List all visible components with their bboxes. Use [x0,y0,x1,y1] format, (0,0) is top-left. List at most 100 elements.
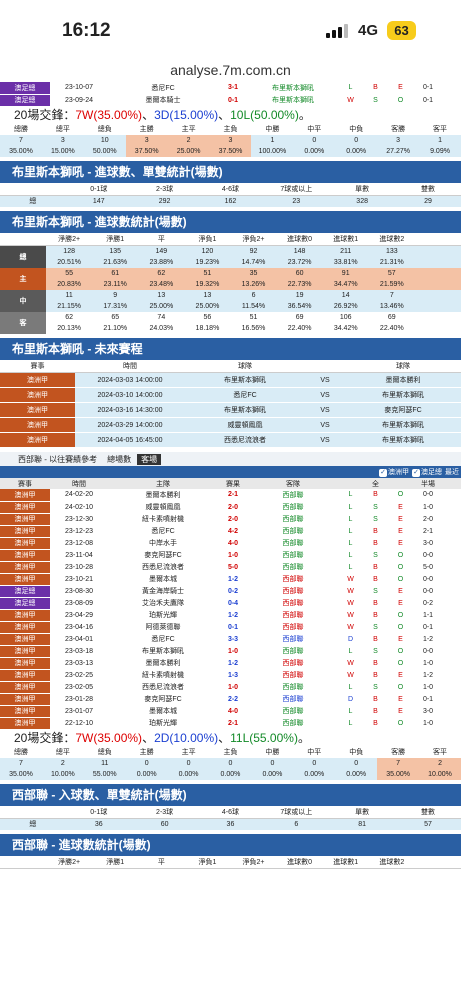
match-row[interactable]: 澳洲甲 23-01-07 墨爾本城 4-0 西部聯 L B E 3-0 [0,705,461,718]
away-team: 西部聯 [248,669,338,682]
match-row[interactable]: 澳足總 23-08-30 黃金海岸騎士 0-2 西部聯 W S E 0-0 [0,585,461,598]
league-badge: 澳洲甲 [0,549,50,562]
column-header: 賽事 [0,359,75,373]
stat-cell: 35 [230,267,277,279]
match-row[interactable]: 澳洲甲 23-04-16 阿德萊德聯 0-1 西部聯 W S O 0-1 [0,621,461,634]
tab-away[interactable]: 客場 [137,453,162,465]
stat-cell: 62 [138,267,185,279]
over-under: B [363,669,388,682]
odd-even: O [388,657,413,670]
fixture-cell: 悉尼FC [185,387,305,403]
stat-cell: 106 [339,313,352,321]
match-row[interactable]: 澳洲甲 23-03-18 布里斯本獅吼 1-0 西部聯 L S O 0-0 [0,645,461,658]
away-team: 西部聯 [248,513,338,526]
match-row[interactable]: 澳洲甲 23-12-08 中岸水手 4-0 西部聯 L B E 3-0 [0,537,461,550]
stat-cell: 65 [111,313,120,321]
fixture-row[interactable]: 澳洲甲 2024-04-05 16:45:00 西悉尼流浪者 VS 布里斯本獅吼 [0,432,461,448]
filter-ffa-cup[interactable]: ✓ 澳足總 [412,467,442,477]
fixture-cell: VS [305,387,345,403]
column-header: 總負 [83,746,126,758]
stat-cell: 21.63% [92,256,139,268]
page-content[interactable]: 澳足總 23-10-07 悉尼FC 3-1 布里斯本獅吼 L B E 0-1 澳足總 23-09-2… [0,82,461,1000]
match-row[interactable]: 澳洲甲 23-12-30 紐卡素噴射機 2-0 西部聯 L S E 2-0 [0,513,461,526]
odd-even: O [388,645,413,658]
stat-cell: 13 [184,289,231,301]
match-row[interactable]: 澳洲甲 23-11-04 麥克阿瑟FC 1-0 西部聯 L S O 0-0 [0,549,461,562]
count-cell: 7 [377,757,420,769]
odd-even: E [388,537,413,550]
score: 0-2 [218,585,248,598]
league-badge: 澳足總 [0,94,50,107]
league-badge: 澳洲甲 [0,693,50,706]
odd-even: O [388,94,413,107]
stat-cell: 24.03% [149,324,174,332]
home-team: 麥克阿瑟FC [108,693,218,706]
match-row[interactable]: 澳洲甲 23-04-01 悉尼FC 3-3 西部聯 D B E 1-2 [0,633,461,646]
match-row[interactable]: 澳足總 23-10-07 悉尼FC 3-1 布里斯本獅吼 L B E 0-1 [0,82,461,95]
column-header [305,359,345,373]
count-cell: 3 [41,134,84,146]
column-header: 淨勝1 [92,232,139,246]
column-header: 客勝 [377,123,420,135]
stat-cell: 36 [197,818,264,830]
match-row[interactable]: 澳洲甲 24-02-10 威靈頓鳳凰 2-0 西部聯 L S E 1-0 [0,501,461,514]
fixture-row[interactable]: 澳洲甲 2024-03-03 14:00:00 布里斯本獅吼 VS 墨爾本勝利 [0,372,461,388]
score: 2-0 [218,513,248,526]
fixture-cell: VS [305,402,345,418]
odd-even: E [388,633,413,646]
match-row[interactable]: 澳洲甲 23-02-25 紐卡素噴射機 1-3 西部聯 W B E 1-2 [0,669,461,682]
fixture-row[interactable]: 澳洲甲 2024-03-10 14:00:00 悉尼FC VS 布里斯本獅吼 [0,387,461,403]
stat-cell: 62 [65,313,74,321]
goals-table-1: 0-1球 2-3球 4-6球 7球或以上 單數 雙數 總 147 292 162 23 328 29 [0,182,461,207]
column-header [388,478,413,489]
column-header: 雙數 [395,805,461,819]
match-row[interactable]: 澳洲甲 22-12-10 珀斯光輝 2-1 西部聯 L B O 1-0 [0,717,461,730]
match-row[interactable]: 澳洲甲 23-03-13 墨爾本勝利 1-2 西部聯 W B O 1-0 [0,657,461,670]
half-time: 2-1 [413,525,443,538]
match-date: 23-02-05 [50,681,108,694]
filter-recent[interactable]: 最近 [445,467,459,477]
fixture-row[interactable]: 澳洲甲 2024-03-16 14:30:00 布里斯本獅吼 VS 麥克阿瑟FC [0,402,461,418]
fixture-row[interactable]: 澳洲甲 2024-03-29 14:00:00 威靈頓鳳凰 VS 布里斯本獅吼 [0,417,461,433]
fixture-cell: 2024-03-29 14:00:00 [75,417,185,433]
match-row[interactable]: 澳洲甲 23-12-23 悉尼FC 4-2 西部聯 L B E 2-1 [0,525,461,538]
stat-cell: 19.23% [184,256,231,268]
match-date: 23-02-25 [50,669,108,682]
status-bar: 16:12 4G 63 [0,0,461,62]
record-grid-2: 總勝 總平 總負 主勝 主平 主負 中勝 中平 中負 客勝 客平 7 2 11 0 0 0 0 0 0 7 2 35.00… [0,746,461,780]
over-under: B [363,525,388,538]
half-time: 3-0 [413,537,443,550]
column-header: 主勝 [125,746,168,758]
stat-cell: 60 [276,267,323,279]
column-header: 淨勝2+ [46,232,93,246]
signal-icon [326,24,348,38]
match-row[interactable]: 澳洲甲 23-01-28 麥克阿瑟FC 2-2 西部聯 D B E 0-1 [0,693,461,706]
match-row[interactable]: 澳洲甲 23-10-21 墨爾本城 1-2 西部聯 W B O 0-0 [0,573,461,586]
half-time: 0-1 [413,82,443,95]
home-team: 墨爾本騎士 [108,94,218,107]
over-under: B [363,573,388,586]
league-badge: 澳足總 [0,597,50,610]
tab-total[interactable]: 總場數 [103,454,135,465]
score: 1-0 [218,645,248,658]
match-row[interactable]: 澳洲甲 24-02-20 墨爾本勝利 2-1 西部聯 L B O 0-0 [0,489,461,502]
stat-cell: 22.40% [287,324,312,332]
match-row[interactable]: 澳足總 23-09-24 墨爾本騎士 0-1 布里斯本獅吼 W S O 0-1 [0,94,461,107]
match-row[interactable]: 澳足總 23-08-09 艾治禾夫鷹隊 0-4 西部聯 W B E 0-2 [0,597,461,610]
match-row[interactable]: 澳洲甲 23-02-05 西悉尼流浪者 1-0 西部聯 L S O 1-0 [0,681,461,694]
column-header [0,182,66,196]
match-row[interactable]: 澳洲甲 23-04-29 珀斯光輝 1-2 西部聯 W B O 1-1 [0,609,461,622]
odd-even: O [388,681,413,694]
stat-cell: 328 [329,195,396,207]
percent-cell: 35.00% [0,768,42,780]
column-header: 中平 [293,123,336,135]
away-team: 西部聯 [248,717,338,730]
match-row[interactable]: 澳洲甲 23-10-28 西悉尼流浪者 5-0 西部聯 L B O 5-0 [0,561,461,574]
stat-cell: 9 [92,289,139,301]
filter-a-league[interactable]: ✓ 澳洲甲 [379,467,409,477]
stat-cell: 56 [203,313,212,321]
url-bar[interactable]: analyse.7m.com.cn [0,62,461,82]
stat-cell: 13.46% [368,300,415,312]
count-cell: 0 [167,757,210,769]
count-cell: 0 [293,134,336,146]
